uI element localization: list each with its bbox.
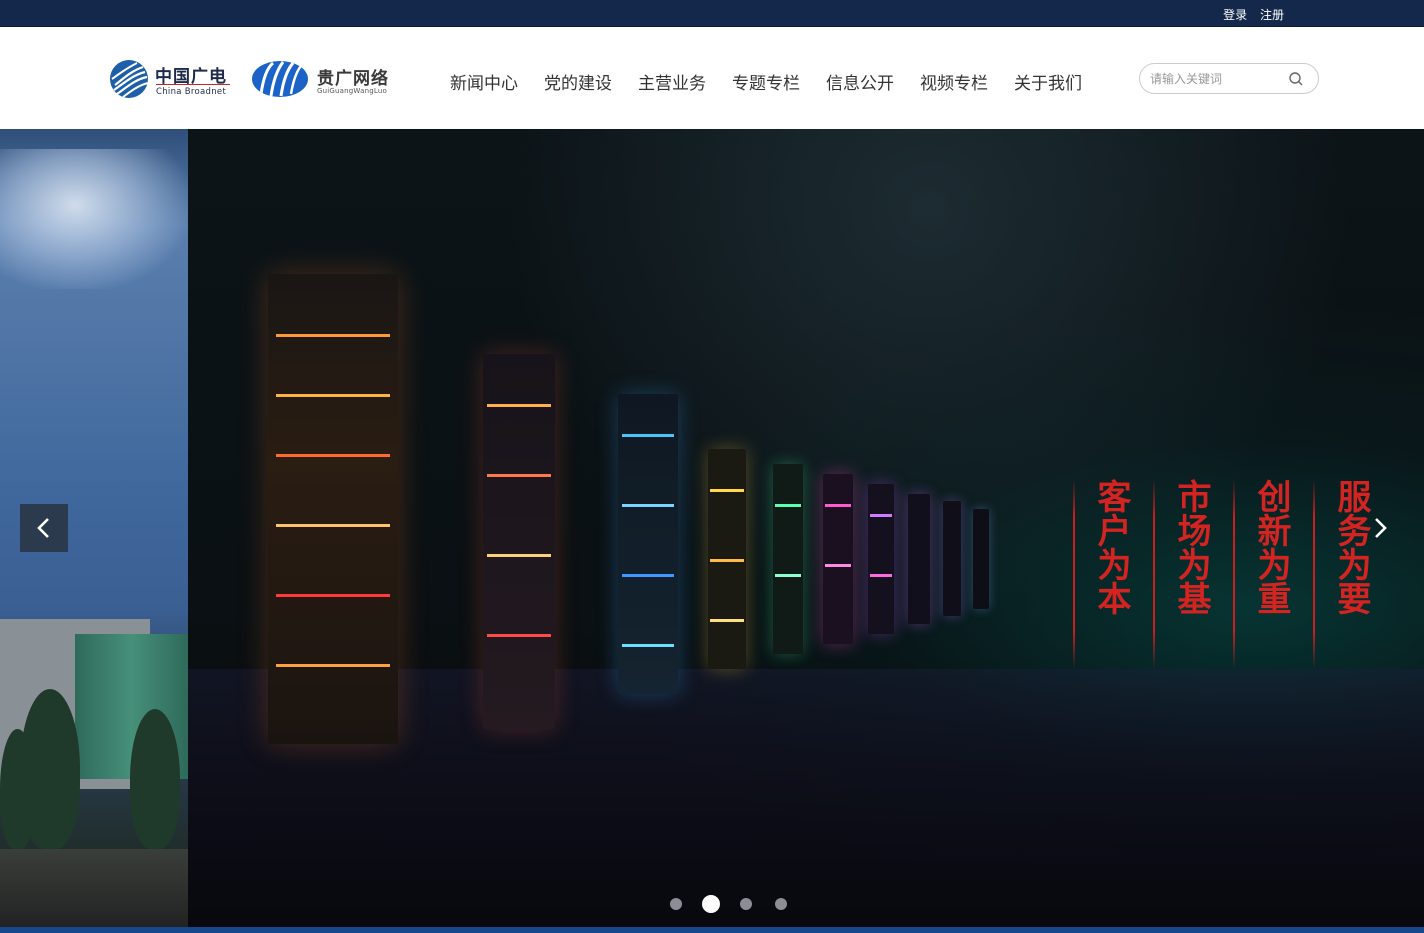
- slogan-text: 市场为基: [1171, 479, 1211, 615]
- bottom-strip: [0, 927, 1424, 933]
- carousel-dot-2[interactable]: [702, 895, 720, 913]
- server-rack: [943, 501, 961, 616]
- banner-image-server-room: 客户为本 市场为基 创新为重 服务为要: [188, 129, 1424, 927]
- search-icon[interactable]: [1288, 71, 1304, 87]
- carousel-dot-1[interactable]: [670, 898, 682, 910]
- nav-item-disclosure[interactable]: 信息公开: [826, 69, 894, 95]
- slogan-text: 创新为重: [1251, 479, 1291, 615]
- nav-item-video[interactable]: 视频专栏: [920, 69, 988, 95]
- server-rack: [973, 509, 989, 609]
- china-broadnet-logo-icon: [110, 60, 149, 98]
- chevron-right-icon: [1375, 518, 1387, 538]
- nav-item-party[interactable]: 党的建设: [544, 69, 612, 95]
- login-link[interactable]: 登录: [1223, 8, 1247, 22]
- slogan-group: 客户为本 市场为基 创新为重 服务为要: [1073, 479, 1393, 669]
- server-rack: [908, 494, 930, 624]
- top-bar: 登录 注册: [0, 0, 1424, 27]
- china-broadnet-logo[interactable]: 中国广电 China Broadnet: [109, 58, 239, 100]
- carousel-dot-3[interactable]: [740, 898, 752, 910]
- guiguang-logo-icon: [252, 61, 308, 97]
- server-rack: [773, 464, 803, 654]
- logo-divider: [156, 84, 230, 85]
- banner-carousel: 客户为本 市场为基 创新为重 服务为要: [0, 129, 1424, 927]
- nav-item-news[interactable]: 新闻中心: [450, 69, 518, 95]
- site-header: 中国广电 China Broadnet 贵广网络 GuiGuangWangLuo…: [0, 27, 1424, 129]
- account-links: 登录 注册: [1214, 6, 1284, 23]
- server-rack: [823, 474, 853, 644]
- server-rack: [268, 274, 398, 744]
- server-rack: [708, 449, 746, 669]
- carousel-prev-button[interactable]: [20, 504, 68, 552]
- china-broadnet-name-en: China Broadnet: [156, 87, 227, 97]
- server-rack: [483, 354, 555, 729]
- carousel-pagination: [670, 895, 810, 913]
- server-rack: [618, 394, 678, 694]
- register-link[interactable]: 注册: [1260, 8, 1284, 22]
- guiguang-name: 贵广网络: [317, 69, 389, 89]
- guiguang-logo[interactable]: 贵广网络 GuiGuangWangLuo: [251, 58, 401, 100]
- nav-item-about[interactable]: 关于我们: [1014, 69, 1082, 95]
- main-nav: 新闻中心 党的建设 主营业务 专题专栏 信息公开 视频专栏 关于我们: [450, 69, 1108, 95]
- carousel-next-button[interactable]: [1356, 504, 1404, 552]
- slogan-text: 客户为本: [1091, 479, 1131, 615]
- nav-item-topics[interactable]: 专题专栏: [732, 69, 800, 95]
- server-rack: [868, 484, 894, 634]
- search-input[interactable]: [1150, 70, 1285, 88]
- carousel-dot-4[interactable]: [775, 898, 787, 910]
- chevron-left-icon: [37, 518, 49, 538]
- nav-item-business[interactable]: 主营业务: [638, 69, 706, 95]
- search-box: [1139, 63, 1319, 94]
- guiguang-name-en: GuiGuangWangLuo: [317, 87, 387, 95]
